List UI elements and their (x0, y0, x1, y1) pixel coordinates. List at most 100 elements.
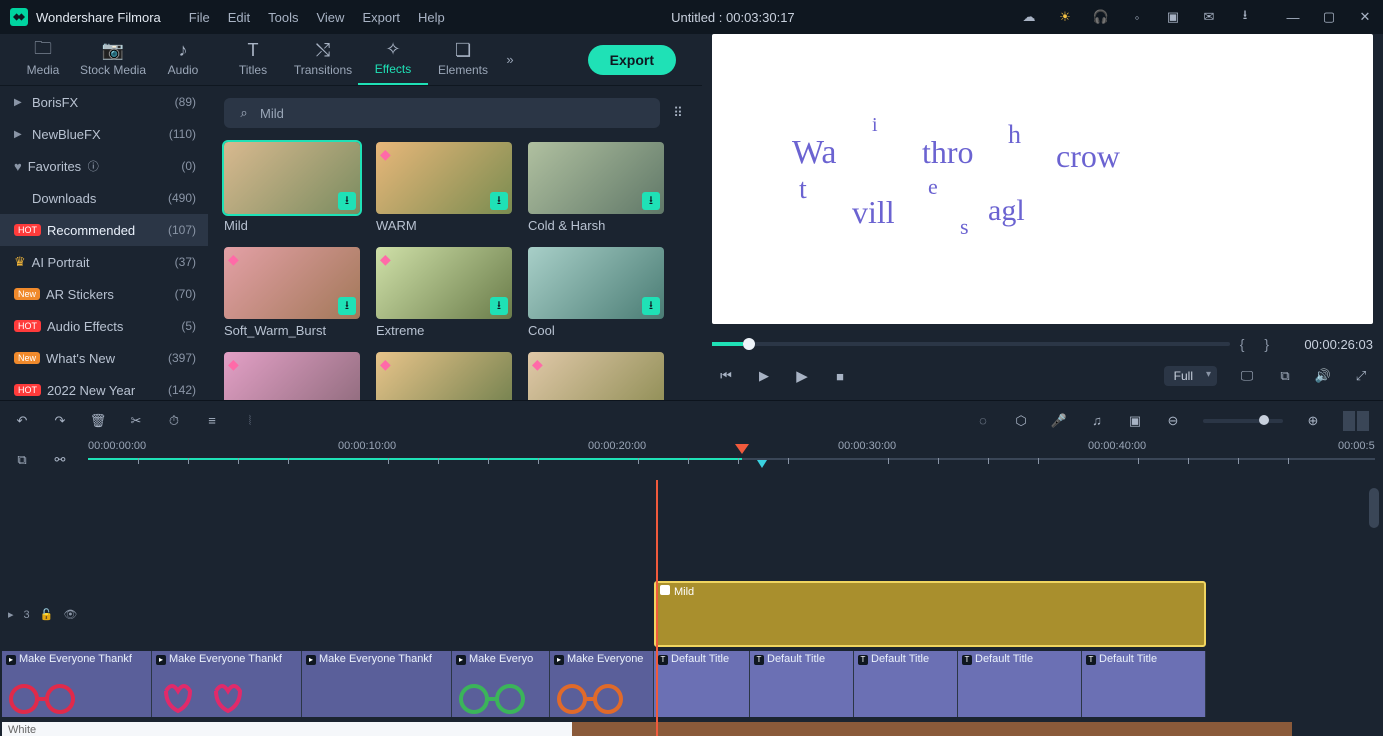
download-icon[interactable]: ⭳ (490, 297, 508, 315)
effect-thumb[interactable]: ◆⭳ (224, 352, 360, 400)
zoom-in-icon[interactable]: ⊕ (1305, 413, 1321, 429)
title-clip[interactable]: TDefault Title (854, 651, 958, 717)
play-back-icon[interactable]: ▶ (756, 368, 772, 384)
headphones-icon[interactable]: 🎧 (1093, 9, 1109, 25)
sidebar-item-newbluefx[interactable]: ▶NewBlueFX(110) (0, 118, 208, 150)
tab-elements[interactable]: ❏Elements (428, 34, 498, 85)
sidebar-item-favorites[interactable]: ♥Favorites ⓘ(0) (0, 150, 208, 182)
playhead-line[interactable] (656, 480, 658, 736)
sidebar-item-audio-effects[interactable]: HOTAudio Effects(5) (0, 310, 208, 342)
effect-thumb[interactable]: ◆⭳WARM (376, 142, 512, 233)
effect-clip[interactable]: Mild (654, 581, 1206, 647)
tab-transitions[interactable]: ⤭Transitions (288, 34, 358, 85)
close-icon[interactable]: ✕ (1357, 9, 1373, 25)
preview-scrubber[interactable] (712, 342, 1230, 346)
tabs-overflow-icon[interactable]: » (502, 52, 518, 68)
marker-icon[interactable]: ⬡ (1013, 413, 1029, 429)
grid-view-icon[interactable]: ⠿ (670, 105, 686, 121)
download-icon[interactable]: ⭳ (338, 192, 356, 210)
speed-icon[interactable]: ⏱ (166, 413, 182, 429)
mark-in-out-icon[interactable]: { } (1240, 336, 1277, 352)
effect-thumb[interactable]: ⭳Mild (224, 142, 360, 233)
save-icon[interactable]: ▣ (1165, 9, 1181, 25)
menu-edit[interactable]: Edit (228, 10, 250, 25)
sidebar-item-recommended[interactable]: HOTRecommended(107) (0, 214, 208, 246)
menu-tools[interactable]: Tools (268, 10, 298, 25)
audio-wave-icon[interactable]: ⦚ (242, 413, 258, 429)
sidebar-item-downloads[interactable]: Downloads(490) (0, 182, 208, 214)
zoom-slider[interactable] (1203, 419, 1283, 423)
timeline-layout-icon[interactable] (1343, 411, 1369, 431)
maximize-icon[interactable]: ▢ (1321, 9, 1337, 25)
sidebar-item-borisfx[interactable]: ▶BorisFX(89) (0, 86, 208, 118)
video-clip[interactable]: ▸Make Everyone Thankf (2, 651, 152, 717)
audio-clip[interactable]: White (2, 722, 572, 736)
fullscreen-icon[interactable]: ⤢ (1353, 368, 1369, 384)
preview-quality-select[interactable]: Full (1164, 366, 1217, 386)
effect-thumb[interactable]: ⭳Cold & Harsh (528, 142, 664, 233)
menu-export[interactable]: Export (362, 10, 400, 25)
download-icon[interactable]: ⭳ (642, 192, 660, 210)
title-clip[interactable]: TDefault Title (750, 651, 854, 717)
play-icon[interactable]: ▶ (794, 368, 810, 384)
preview-monitor-icon[interactable]: 🖵 (1239, 368, 1255, 384)
export-button[interactable]: Export (588, 45, 676, 75)
sidebar-item-2022-new-year[interactable]: HOT2022 New Year(142) (0, 374, 208, 400)
voiceover-icon[interactable]: 🎤 (1051, 413, 1067, 429)
video-clip[interactable]: ▸Make Everyone Thankf (152, 651, 302, 717)
search-input[interactable]: ⌕ Mild (224, 98, 660, 128)
aux-marker[interactable] (757, 460, 767, 468)
volume-icon[interactable]: 🔊 (1315, 368, 1331, 384)
effect-thumb[interactable]: ⭳Cool (528, 247, 664, 338)
scrubber-handle[interactable] (743, 338, 755, 350)
split-icon[interactable]: ✂ (128, 413, 144, 429)
title-clip[interactable]: TDefault Title (958, 651, 1082, 717)
cloud-icon[interactable]: ☁ (1021, 9, 1037, 25)
tab-titles[interactable]: TTitles (218, 34, 288, 85)
menu-help[interactable]: Help (418, 10, 445, 25)
download-icon[interactable]: ⭳ (642, 297, 660, 315)
sidebar-item-what's-new[interactable]: NewWhat's New(397) (0, 342, 208, 374)
sidebar-item-ar-stickers[interactable]: NewAR Stickers(70) (0, 278, 208, 310)
effect-thumb[interactable]: ◆⭳Extreme (376, 247, 512, 338)
sun-icon[interactable]: ☀ (1057, 9, 1073, 25)
title-clip[interactable]: TDefault Title (654, 651, 750, 717)
redo-icon[interactable]: ↷ (52, 413, 68, 429)
timeline-ruler[interactable]: 00:00:00:0000:00:10:0000:00:20:0000:00:3… (72, 440, 1383, 480)
effect-thumb[interactable]: ◆⭳ (376, 352, 512, 400)
snapshot-icon[interactable]: ⧉ (1277, 368, 1293, 384)
delete-icon[interactable]: 🗑 (90, 413, 106, 429)
audio-clip[interactable] (572, 722, 1292, 736)
download-icon[interactable]: ⭳ (490, 192, 508, 210)
effect-thumb[interactable]: ◆⭳ (528, 352, 664, 400)
effect-thumb[interactable]: ◆⭳Soft_Warm_Burst (224, 247, 360, 338)
tab-stock-media[interactable]: 📷Stock Media (78, 34, 148, 85)
playhead-marker[interactable] (735, 444, 749, 454)
download-icon[interactable]: ⭳ (338, 297, 356, 315)
undo-icon[interactable]: ↶ (14, 413, 30, 429)
track-manage-icon[interactable]: ⧉ (14, 452, 30, 468)
video-clip[interactable]: ▸Make Everyone (550, 651, 654, 717)
menu-file[interactable]: File (189, 10, 210, 25)
picture-icon[interactable]: ▣ (1127, 413, 1143, 429)
video-clip[interactable]: ▸Make Everyone Thankf (302, 651, 452, 717)
step-back-icon[interactable]: ⏮ (718, 368, 734, 384)
tab-media[interactable]: 🗀Media (8, 34, 78, 85)
video-clip[interactable]: ▸Make Everyo (452, 651, 550, 717)
sidebar-item-ai-portrait[interactable]: ♛AI Portrait(37) (0, 246, 208, 278)
link-icon[interactable]: ⚯ (52, 452, 68, 468)
mail-icon[interactable]: ✉ (1201, 9, 1217, 25)
zoom-out-icon[interactable]: ⊖ (1165, 413, 1181, 429)
tab-effects[interactable]: ✧Effects (358, 34, 428, 85)
download-icon[interactable]: ⭳ (1237, 9, 1253, 25)
render-icon[interactable]: ◌ (975, 413, 991, 429)
adjust-icon[interactable]: ≡ (204, 413, 220, 429)
preview-monitor[interactable]: Wativillthroesaglhcrow (712, 34, 1373, 324)
timeline-vscroll[interactable] (1369, 484, 1379, 728)
zoom-handle[interactable] (1259, 415, 1269, 425)
menu-view[interactable]: View (316, 10, 344, 25)
account-icon[interactable]: ◦ (1129, 9, 1145, 25)
title-clip[interactable]: TDefault Title (1082, 651, 1206, 717)
stop-icon[interactable]: ■ (832, 368, 848, 384)
music-track-icon[interactable]: ♫ (1089, 413, 1105, 429)
